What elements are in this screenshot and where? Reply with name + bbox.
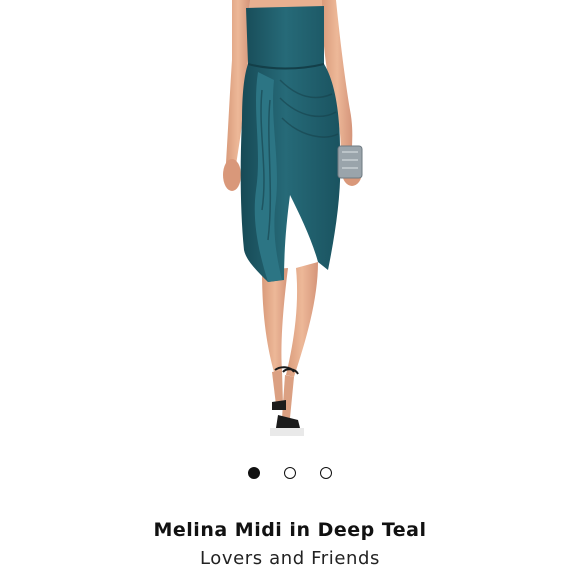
product-brand[interactable]: Lovers and Friends [0, 548, 580, 569]
pager-dot-3[interactable] [320, 467, 332, 479]
product-image[interactable] [0, 0, 580, 445]
pager-dot-1[interactable] [248, 467, 260, 479]
pager-dot-2[interactable] [284, 467, 296, 479]
image-pager [0, 465, 580, 481]
product-listing-screen: Melina Midi in Deep Teal Lovers and Frie… [0, 0, 580, 580]
dress-photo [223, 0, 363, 436]
product-title[interactable]: Melina Midi in Deep Teal [0, 519, 580, 541]
